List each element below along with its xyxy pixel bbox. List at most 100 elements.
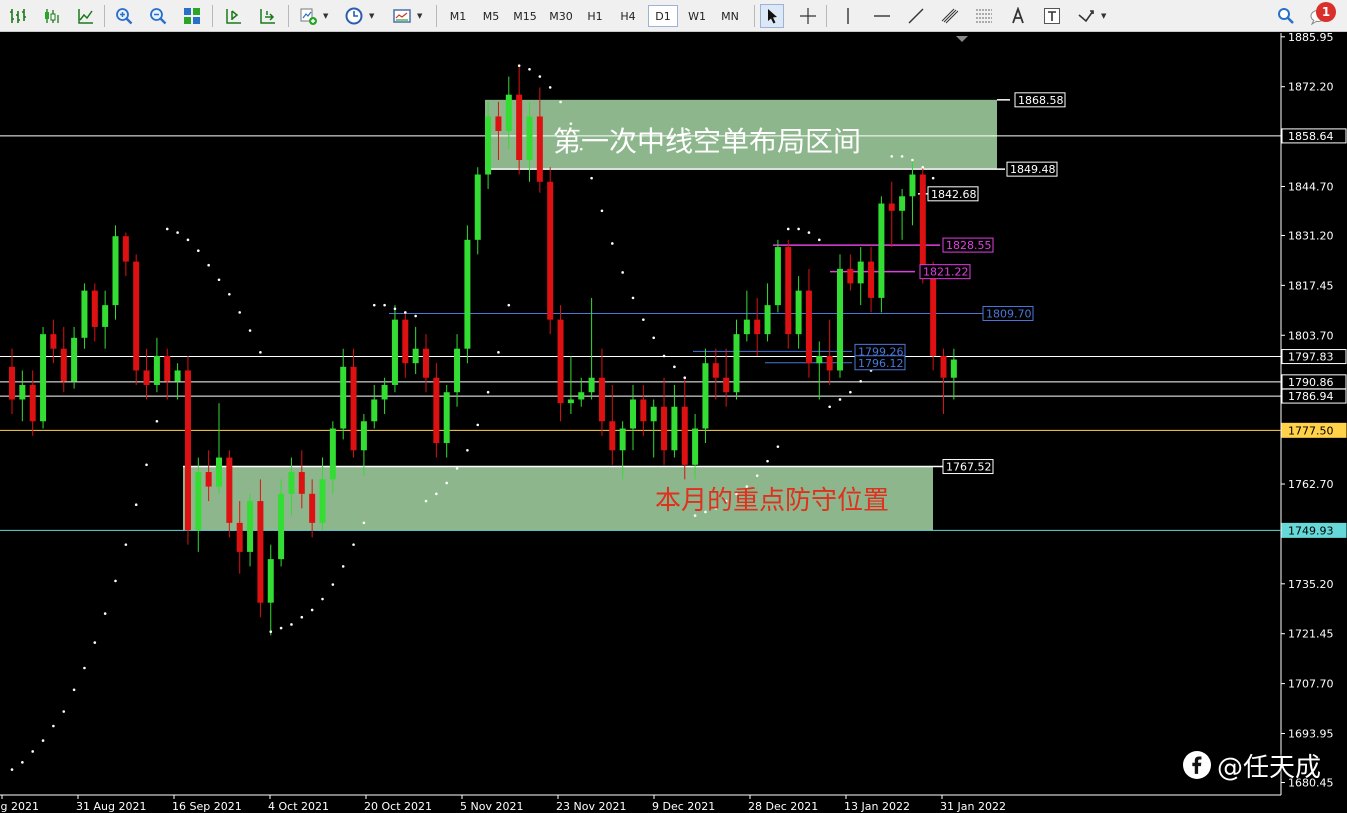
crosshair-icon[interactable] — [796, 4, 820, 28]
timeframe-m1[interactable]: M1 — [443, 5, 473, 27]
vertical-line-icon[interactable] — [836, 4, 860, 28]
psar-dot — [238, 311, 241, 314]
timeframe-d1[interactable]: D1 — [648, 5, 678, 27]
psar-dot — [445, 481, 449, 485]
psar-dot — [611, 242, 614, 245]
candle — [837, 268, 843, 371]
psar-dot — [248, 329, 252, 332]
templates-dropdown-icon[interactable]: ▼ — [417, 12, 422, 20]
timeframe-m15[interactable]: M15 — [510, 5, 540, 27]
candle — [9, 366, 15, 400]
psar-dot — [828, 405, 831, 409]
zoom-out-icon[interactable] — [146, 4, 170, 28]
toolbar: ▼ ▼ ▼ M1 M5 M15 M30 H1 H4 D1 W1 MN ▼ 1 — [0, 0, 1347, 32]
psar-dot — [372, 303, 376, 307]
chart-shift-icon[interactable] — [222, 4, 246, 28]
candle — [319, 479, 326, 523]
psar-dot — [590, 176, 593, 180]
candle — [919, 174, 926, 269]
tile-windows-icon[interactable] — [180, 4, 204, 28]
arrows-icon[interactable] — [1074, 4, 1098, 28]
timeframe-h1[interactable]: H1 — [580, 5, 610, 27]
psar-dot — [776, 445, 780, 448]
periods-dropdown-icon[interactable]: ▼ — [369, 12, 374, 20]
candle — [785, 247, 792, 335]
candle — [443, 392, 450, 444]
candle — [267, 559, 274, 603]
psar-dot — [404, 311, 407, 314]
candle — [40, 334, 47, 422]
psar-dot — [228, 292, 231, 296]
price-tick-label: 1872.20 — [1288, 81, 1334, 94]
time-tick-label: 23 Nov 2021 — [556, 800, 626, 813]
candle — [174, 370, 181, 382]
candle — [712, 363, 719, 378]
psar-dot — [414, 314, 417, 318]
zoom-in-icon[interactable] — [112, 4, 136, 28]
candle — [247, 501, 254, 552]
psar-dot — [310, 608, 314, 612]
candle — [153, 355, 160, 385]
candle — [619, 428, 626, 451]
periods-clock-icon[interactable] — [342, 4, 366, 28]
candle — [226, 457, 233, 523]
timeframe-w1[interactable]: W1 — [682, 5, 712, 27]
horizontal-line-icon[interactable] — [870, 4, 894, 28]
candle — [847, 268, 854, 284]
price-chart[interactable]: 第一次中线空单布局区间本月的重点防守位置 1868.58 1849.48 1842.6… — [0, 33, 1347, 813]
candle — [774, 247, 781, 306]
psar-dot — [683, 376, 687, 380]
level-label-1842.68: 1842.68 — [931, 188, 977, 201]
fibonacci-icon[interactable] — [972, 4, 996, 28]
candle — [216, 457, 222, 487]
price-tick-label: 1817.45 — [1288, 279, 1334, 292]
bar-chart-icon[interactable] — [6, 4, 30, 28]
templates-icon[interactable] — [390, 4, 414, 28]
indicators-icon[interactable] — [296, 4, 320, 28]
psar-dot — [911, 158, 914, 162]
timeframe-mn[interactable]: MN — [715, 5, 745, 27]
alert-badge[interactable]: 1 — [1316, 2, 1336, 22]
search-icon[interactable] — [1274, 4, 1298, 28]
candlestick-icon[interactable] — [40, 4, 64, 28]
timeframe-m30[interactable]: M30 — [546, 5, 576, 27]
psar-dot — [83, 666, 86, 670]
psar-dot — [31, 750, 34, 753]
line-chart-icon[interactable] — [74, 4, 98, 28]
time-tick-label: 28 Dec 2021 — [748, 800, 818, 813]
psar-dot — [900, 155, 904, 158]
psar-dot — [124, 543, 128, 546]
price-tick-label: 1721.45 — [1288, 628, 1334, 641]
timeframe-m5[interactable]: M5 — [476, 5, 506, 27]
text-icon[interactable] — [1006, 4, 1030, 28]
psar-dot — [197, 249, 200, 253]
candle — [868, 261, 875, 298]
arrows-dropdown-icon[interactable]: ▼ — [1101, 12, 1106, 20]
psar-dot — [497, 351, 500, 354]
auto-scroll-icon[interactable] — [256, 4, 280, 28]
axis-label-1786.94: 1786.94 — [1288, 390, 1334, 403]
cursor-icon[interactable] — [760, 4, 784, 28]
level-label-1849.48: 1849.48 — [1010, 163, 1056, 176]
candle — [888, 203, 895, 211]
indicators-dropdown-icon[interactable]: ▼ — [323, 12, 328, 20]
candle — [164, 355, 171, 382]
level-label-1809.70: 1809.70 — [986, 307, 1032, 320]
candle — [60, 348, 67, 382]
price-tick-label: 1707.70 — [1288, 678, 1334, 691]
psar-dot — [559, 100, 562, 104]
trendline-icon[interactable] — [904, 4, 928, 28]
candle — [609, 421, 616, 451]
candle — [133, 261, 140, 371]
price-tick-label: 1762.70 — [1288, 478, 1334, 491]
candle — [650, 406, 657, 422]
timeframe-h4[interactable]: H4 — [613, 5, 643, 27]
candle — [485, 116, 492, 175]
equidistant-channel-icon[interactable] — [938, 4, 962, 28]
candle — [681, 406, 688, 465]
candle — [661, 406, 668, 451]
text-label-icon[interactable] — [1040, 4, 1064, 28]
candle — [805, 290, 812, 364]
psar-dot — [341, 565, 345, 568]
candle — [795, 290, 802, 335]
